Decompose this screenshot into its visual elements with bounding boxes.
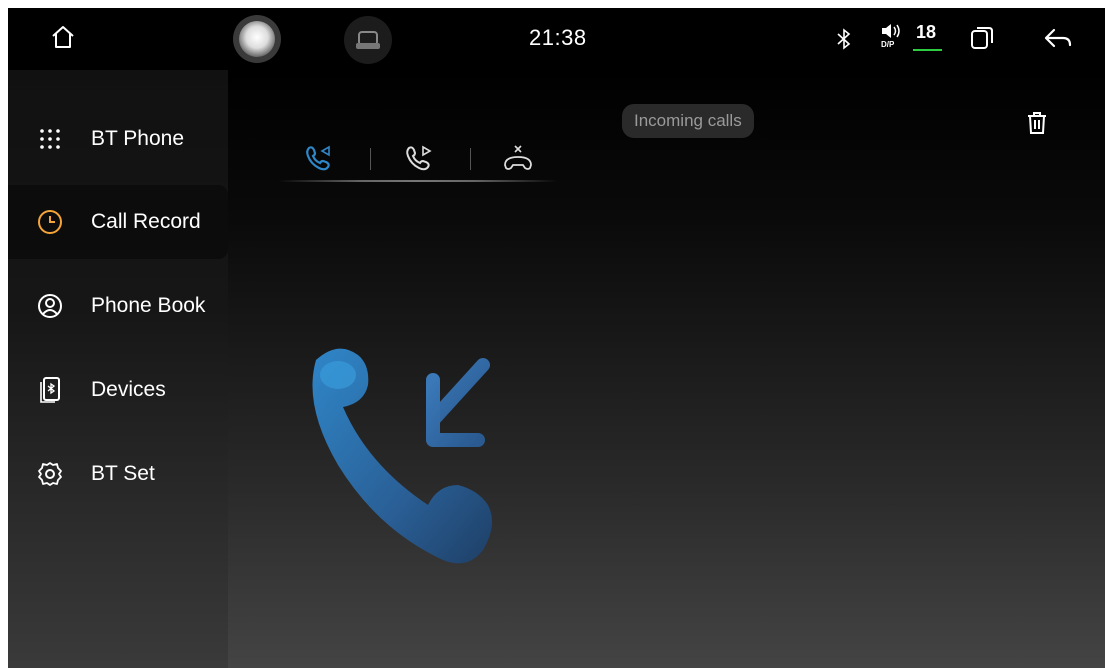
incoming-call-illustration <box>298 345 528 590</box>
call-record-panel: Incoming calls <box>228 70 1105 668</box>
sidebar-item-label: BT Phone <box>91 127 185 150</box>
contact-icon <box>36 292 64 320</box>
sidebar-item-label: Phone Book <box>91 294 206 317</box>
filter-label: Incoming calls <box>622 104 754 138</box>
trash-icon[interactable] <box>1024 110 1050 136</box>
sidebar-item-label: Call Record <box>91 210 201 233</box>
tab-divider <box>370 148 371 170</box>
bluetooth-icon <box>834 26 854 52</box>
settings-icon <box>36 460 64 488</box>
volume-mode-label: D/P <box>881 40 895 49</box>
volume-level: 18 <box>916 22 937 42</box>
car-icon[interactable] <box>343 15 393 65</box>
tab-incoming-calls[interactable] <box>283 136 353 180</box>
tab-missed-calls[interactable] <box>483 136 553 180</box>
sidebar-item-devices[interactable]: Devices <box>8 353 228 427</box>
screen: 21:38 D/P 18 BT Phone Call Record Phone … <box>8 8 1105 668</box>
outgoing-call-icon <box>406 145 432 171</box>
home-icon[interactable] <box>48 22 78 52</box>
assistant-orb-icon[interactable] <box>232 14 282 64</box>
missed-call-icon <box>504 145 532 170</box>
sidebar-item-phone-book[interactable]: Phone Book <box>8 269 228 343</box>
sidebar-item-bt-phone[interactable]: BT Phone <box>8 102 228 176</box>
call-type-tabs <box>278 136 558 184</box>
dialpad-icon <box>36 125 64 153</box>
speaker-icon[interactable] <box>880 22 902 40</box>
tab-underline <box>278 180 558 182</box>
clock-icon <box>36 208 64 236</box>
status-bar: 21:38 D/P 18 <box>8 8 1105 70</box>
sidebar-item-call-record[interactable]: Call Record <box>8 185 228 259</box>
recent-apps-icon[interactable] <box>968 24 996 52</box>
clock: 21:38 <box>529 25 587 50</box>
back-icon[interactable] <box>1041 24 1075 52</box>
incoming-call-icon <box>306 145 330 171</box>
volume-underline <box>913 49 942 51</box>
tab-divider <box>470 148 471 170</box>
tab-outgoing-calls[interactable] <box>383 136 453 180</box>
sidebar-item-label: BT Set <box>91 462 155 485</box>
sidebar: BT Phone Call Record Phone Book Devices … <box>8 70 228 668</box>
bluetooth-device-icon <box>36 376 64 404</box>
sidebar-item-label: Devices <box>91 378 166 401</box>
sidebar-item-bt-set[interactable]: BT Set <box>8 437 228 511</box>
